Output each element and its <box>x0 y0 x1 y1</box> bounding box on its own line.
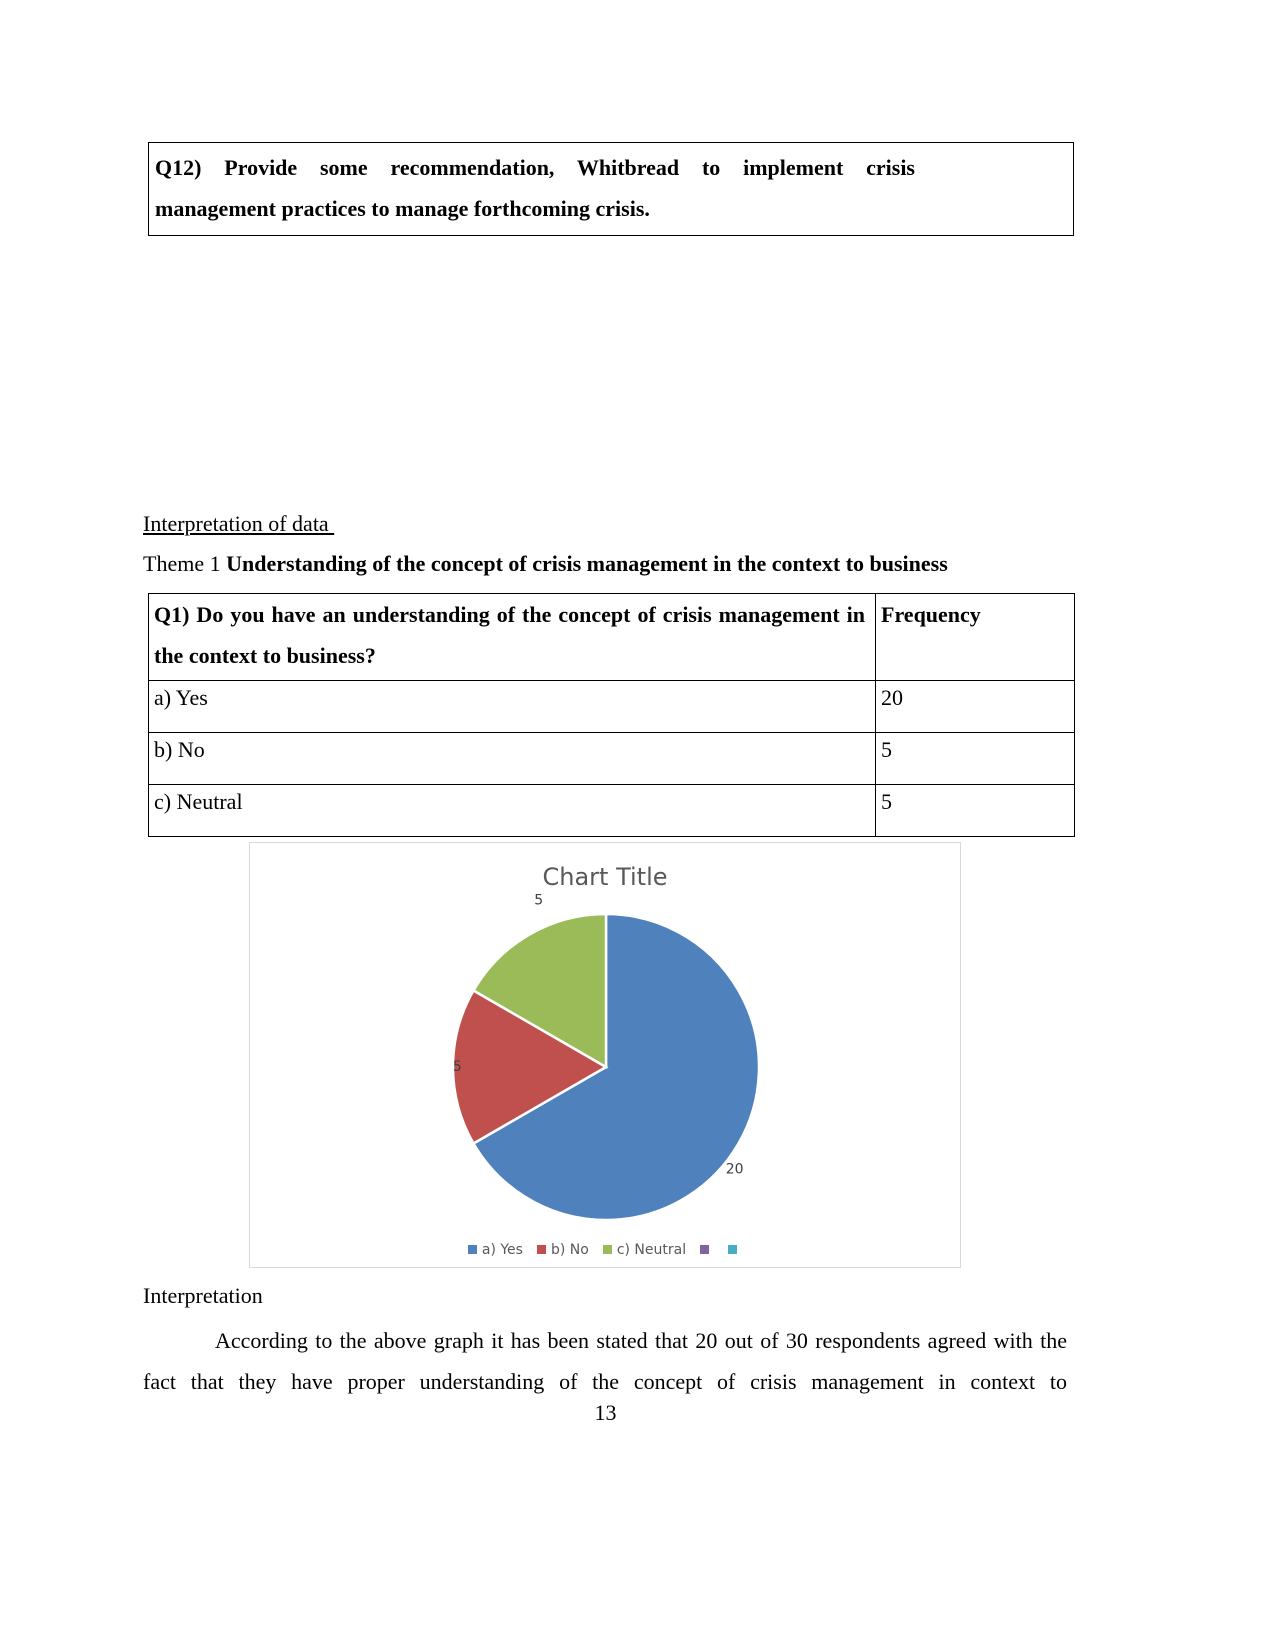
frequency-header-cell: Frequency <box>875 593 1075 681</box>
table-header-row: Q1) Do you have an understanding of the … <box>148 593 1075 681</box>
option-cell: c) Neutral <box>148 784 876 837</box>
interpretation-paragraph: According to the above graph it has been… <box>143 1320 1067 1402</box>
theme-heading: Theme 1 Understanding of the concept of … <box>143 551 948 577</box>
legend-label: b) No <box>550 1242 589 1258</box>
legend-swatch <box>602 1245 612 1254</box>
legend-swatch <box>700 1245 710 1254</box>
legend-swatch <box>467 1245 477 1254</box>
data-label: 5 <box>534 892 543 908</box>
chart-legend: a) Yes b) No c) Neutral <box>250 1242 960 1258</box>
table-row: c) Neutral 5 <box>148 784 1075 837</box>
interpretation-heading: Interpretation <box>143 1283 263 1308</box>
paragraph-text: According to the above graph it has been… <box>143 1328 1067 1394</box>
legend-label: a) Yes <box>481 1242 523 1258</box>
legend-item: a) Yes <box>467 1242 523 1258</box>
frequency-cell: 5 <box>875 784 1075 837</box>
legend-label: c) Neutral <box>616 1242 687 1258</box>
legend-item: c) Neutral <box>602 1242 687 1258</box>
pie-chart-svg: 2055 <box>451 892 761 1222</box>
table-row: b) No 5 <box>148 732 1075 785</box>
option-cell: a) Yes <box>148 680 876 733</box>
q12-question-text: Q12) Provide some recommendation, Whitbr… <box>155 155 915 221</box>
table-row: a) Yes 20 <box>148 680 1075 733</box>
frequency-cell: 5 <box>875 732 1075 785</box>
data-label: 20 <box>726 1161 744 1177</box>
page-number: 13 <box>594 1400 617 1425</box>
option-cell: b) No <box>148 732 876 785</box>
legend-item <box>700 1242 714 1258</box>
theme-title: Understanding of the concept of crisis m… <box>226 551 948 576</box>
theme-prefix: Theme 1 <box>143 551 227 576</box>
legend-swatch <box>536 1245 546 1254</box>
legend-item: b) No <box>536 1242 589 1258</box>
question-cell: Q1) Do you have an understanding of the … <box>148 593 876 681</box>
data-label: 5 <box>453 1059 462 1075</box>
legend-swatch <box>728 1245 738 1254</box>
pie-chart: Chart Title 20 5 5 a) Yes b) No c) Neutral <box>249 842 961 1268</box>
legend-item <box>728 1242 742 1258</box>
frequency-table: Q1) Do you have an understanding of the … <box>148 593 1075 837</box>
q12-question-box: Q12) Provide some recommendation, Whitbr… <box>148 142 1074 236</box>
frequency-cell: 20 <box>875 680 1075 733</box>
section-heading: Interpretation of data <box>143 511 335 536</box>
